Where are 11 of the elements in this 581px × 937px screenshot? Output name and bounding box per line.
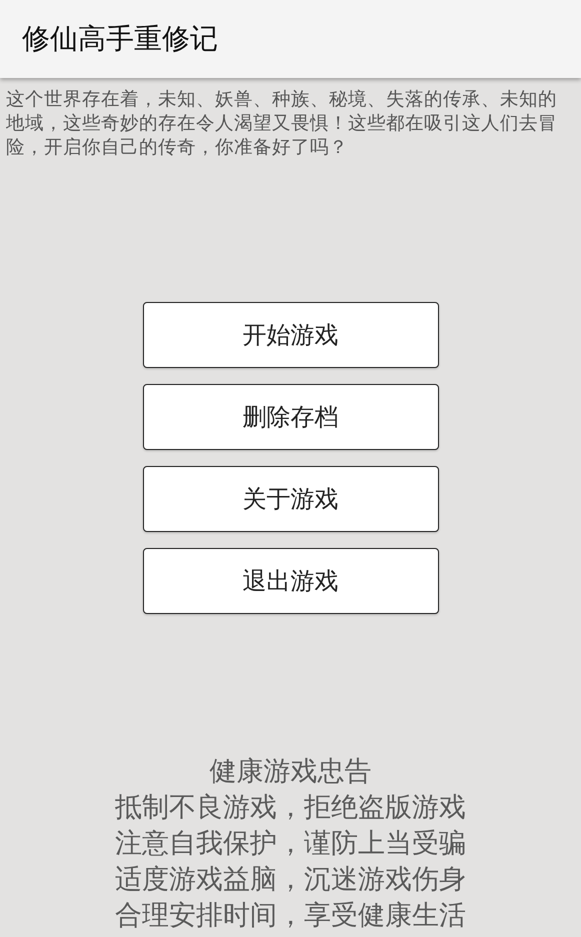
intro-text: 这个世界存在着，未知、妖兽、种族、秘境、失落的传承、未知的地域，这些奇妙的存在令人渴望又畏惧！这些都在吸引这人们去冒险，开启你自己的传奇，你准备好了吗？ (5, 88, 558, 160)
notice-line: 合理安排时间，享受健康生活 (115, 899, 466, 933)
menu-button[interactable]: 关于游戏 (142, 466, 438, 532)
app-title: 修仙高手重修记 (22, 21, 218, 57)
notice-line: 适度游戏益脑，沉迷游戏伤身 (115, 863, 466, 897)
notice-line: 抵制不良游戏，拒绝盗版游戏 (115, 791, 466, 825)
notice-line: 注意自我保护，谨防上当受骗 (115, 827, 466, 861)
menu-button[interactable]: 退出游戏 (142, 548, 438, 614)
notice-title: 健康游戏忠告 (210, 755, 372, 789)
menu-button[interactable]: 开始游戏 (142, 302, 438, 368)
menu-button[interactable]: 删除存档 (142, 384, 438, 450)
